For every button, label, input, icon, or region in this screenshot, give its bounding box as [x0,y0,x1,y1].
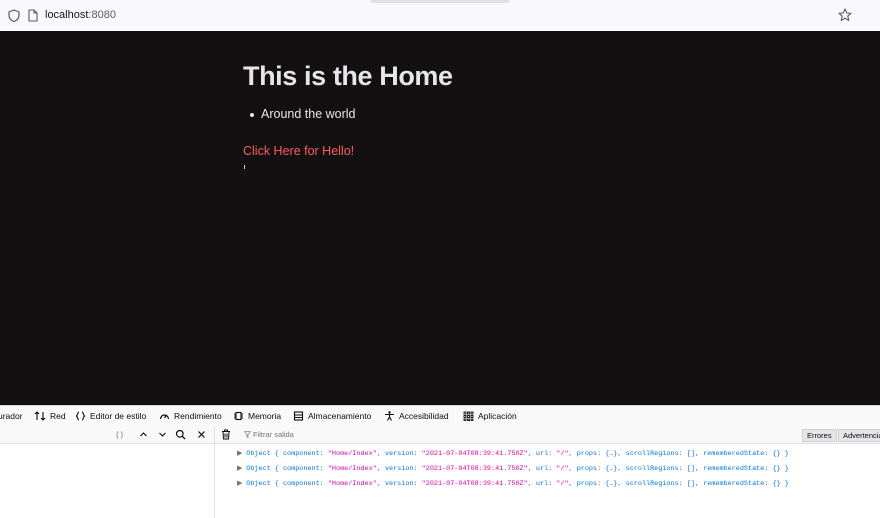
url-port: :8080 [88,9,116,21]
page-icon[interactable] [28,9,38,22]
chevron-up-icon[interactable] [139,430,148,439]
warnings-filter-button[interactable]: Advertencias [838,429,880,442]
url-host: localhost [45,9,89,21]
expand-arrow-icon[interactable]: ▶ [237,450,242,458]
expand-arrow-icon[interactable]: ▶ [237,480,242,488]
pretty-print-button[interactable]: { } [116,430,123,439]
log-entry[interactable]: ▶ Object { component: "Home/Index", versi… [237,464,789,473]
text-caret [244,165,245,169]
errors-filter-button[interactable]: Errores [802,429,837,442]
filter-icon [244,431,251,438]
console-sidebar [0,444,215,518]
hello-link[interactable]: Click Here for Hello! [243,144,354,158]
log-entry[interactable]: ▶ Object { component: "Home/Index", versi… [237,479,789,488]
tab-accessibility[interactable]: Accesibilidad [384,411,449,421]
tab-label: Editor de estilo [90,411,147,421]
tab-network[interactable]: Red [34,411,66,421]
memory-chip-icon [234,411,243,421]
page-viewport: This is the Home Around the world Click … [0,31,880,405]
page-title: This is the Home [243,61,453,91]
filter-output-input[interactable] [253,430,453,439]
chevron-down-icon[interactable] [158,430,167,439]
tab-label: Rendimiento [174,411,222,421]
tab-performance[interactable]: Rendimiento [159,411,222,421]
bookmark-star-icon[interactable] [838,8,852,22]
storage-icon [293,411,304,421]
tab-label: Accesibilidad [399,411,449,421]
shield-icon[interactable] [8,9,20,22]
toolbar-divider [214,427,215,443]
tab-style-editor[interactable]: Editor de estilo [75,411,146,421]
url-input[interactable]: localhost:8080 [45,9,116,21]
tab-label: Almacenamiento [308,411,372,421]
network-arrows-icon [34,411,46,421]
gauge-icon [159,414,170,420]
accessibility-icon [385,411,394,421]
tab-label: Red [50,411,66,421]
tab-label: Memoria [248,411,282,421]
tab-depurador[interactable]: urador [0,411,23,421]
grid-icon [463,411,474,421]
braces-icon [75,411,86,421]
tab-label: urador [0,411,23,421]
tab-indicator [370,0,510,3]
close-icon[interactable] [197,430,206,439]
console-toolbar: { } Errores Advertencias [0,427,880,444]
bullet-list: Around the world [243,107,356,121]
expand-arrow-icon[interactable]: ▶ [237,465,242,473]
log-entry[interactable]: ▶ Object { component: "Home/Index", versi… [237,449,789,458]
tab-label: Aplicación [478,411,517,421]
console-output: ▶ Object { component: "Home/Index", versi… [215,444,880,518]
tab-memory[interactable]: Memoria [233,411,281,421]
url-bar: localhost:8080 [0,0,880,32]
tab-application[interactable]: Aplicación [463,411,517,421]
tab-storage[interactable]: Almacenamiento [293,411,371,421]
trash-icon[interactable] [221,429,231,440]
list-item: Around the world [243,107,356,121]
devtools-tab-bar: urador Red Editor de estilo Rendimiento … [0,405,880,428]
search-icon[interactable] [175,429,186,440]
